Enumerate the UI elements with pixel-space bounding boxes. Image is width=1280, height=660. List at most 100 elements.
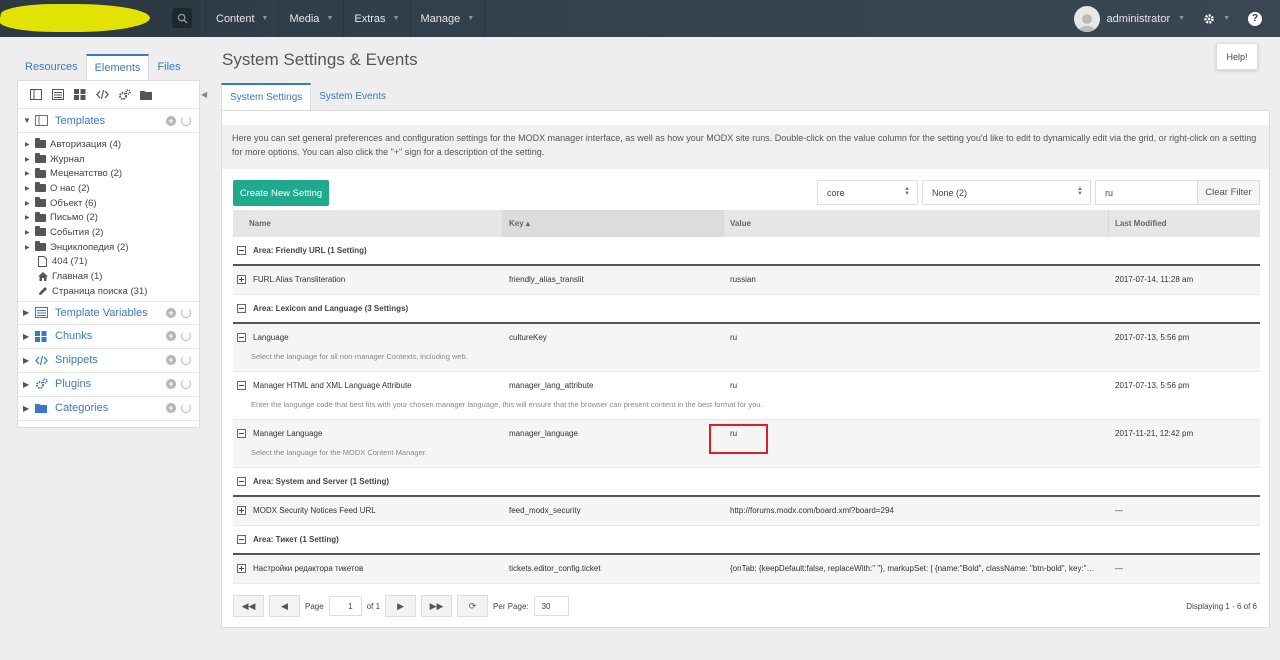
section-categories[interactable]: ▶ Categories + — [18, 397, 199, 421]
caret-right-icon: ▶ — [23, 403, 30, 413]
section-snippets[interactable]: ▶ Snippets + — [18, 349, 199, 373]
page-input[interactable]: 1 — [328, 596, 362, 616]
section-templates[interactable]: ▼ Templates + — [18, 109, 199, 133]
nav-media[interactable]: Media ▼ — [278, 0, 343, 37]
tree-item[interactable]: ▶ Энциклопедия (2) — [18, 240, 199, 255]
tab-files[interactable]: Files — [149, 54, 188, 80]
collapse-icon[interactable] — [237, 246, 246, 255]
search-button[interactable] — [172, 8, 192, 28]
tree-item[interactable]: ▶ О нас (2) — [18, 181, 199, 196]
cell-value[interactable]: {onTab: {keepDefault:false, replaceWith:… — [724, 555, 1109, 583]
caret-right-icon: ▶ — [25, 244, 30, 251]
tree-item[interactable]: ▶ События (2) — [18, 225, 199, 240]
cell-value[interactable]: russian — [724, 266, 1109, 294]
next-page-icon[interactable]: ▶ — [385, 595, 417, 617]
help-icon[interactable]: ? — [1248, 11, 1262, 26]
cell-name: Manager Language — [233, 420, 503, 467]
namespace-select[interactable]: core ▲ ▼ — [817, 180, 918, 205]
table-row[interactable]: Language cultureKey ru 2017-07-13, 5:56 … — [233, 324, 1260, 372]
collapse-icon[interactable] — [237, 381, 246, 390]
template-icon — [35, 115, 49, 126]
nav-manage[interactable]: Manage ▼ — [409, 0, 486, 37]
add-icon[interactable]: + — [166, 379, 176, 390]
clear-filter-button[interactable]: Clear Filter — [1197, 180, 1260, 205]
tree-item[interactable]: Главная (1) — [18, 269, 199, 284]
cell-value[interactable]: ru — [724, 324, 1109, 371]
folder-icon — [35, 167, 46, 178]
area-select[interactable]: None (2) ▲ ▼ — [922, 180, 1091, 205]
tree-item[interactable]: ▶ Авторизация (4) — [18, 137, 199, 152]
group-header[interactable]: Area: Тикет (1 Setting) — [233, 526, 1260, 555]
collapse-icon[interactable] — [237, 535, 246, 544]
table-row[interactable]: Настройки редактора тикетов tickets.edit… — [233, 555, 1260, 584]
collapse-icon[interactable] — [237, 429, 246, 438]
section-template-variables[interactable]: ▶ Template Variables + — [18, 300, 199, 325]
tab-system-settings[interactable]: System Settings — [221, 83, 312, 110]
new-tv-icon[interactable] — [50, 88, 66, 102]
tree-item-label: О нас (2) — [50, 182, 90, 194]
avatar[interactable] — [1073, 5, 1100, 32]
cell-value[interactable]: ru — [724, 420, 1109, 467]
user-name[interactable]: administrator — [1107, 13, 1171, 25]
new-chunk-icon[interactable] — [72, 88, 88, 102]
add-icon[interactable]: + — [166, 403, 176, 414]
new-template-icon[interactable] — [28, 88, 44, 102]
tree-item[interactable]: ▶ Меценатство (2) — [18, 166, 199, 181]
collapse-icon[interactable] — [237, 333, 246, 342]
gear-icon[interactable] — [1199, 13, 1219, 25]
collapse-sidebar-icon[interactable]: ◀ — [201, 90, 207, 99]
collapse-icon[interactable] — [237, 304, 246, 313]
tree-item[interactable]: ▶ Журнал — [18, 152, 199, 167]
tree-item[interactable]: Страница поиска (31) — [18, 284, 199, 299]
per-page-input[interactable]: 30 — [533, 596, 569, 616]
column-last-modified[interactable]: Last Modified — [1109, 210, 1260, 237]
tab-system-events[interactable]: System Events — [311, 83, 394, 110]
table-row[interactable]: Manager HTML and XML Language Attribute … — [233, 372, 1260, 420]
caret-right-icon: ▶ — [23, 355, 30, 365]
expand-icon[interactable] — [237, 564, 246, 573]
expand-icon[interactable] — [237, 506, 246, 515]
prev-page-icon[interactable]: ◀ — [269, 595, 300, 617]
collapse-icon[interactable] — [237, 477, 246, 486]
cell-value[interactable]: ru — [724, 372, 1109, 419]
section-plugins[interactable]: ▶ Plugins + — [18, 373, 199, 397]
section-chunks[interactable]: ▶ Chunks + — [18, 325, 199, 349]
add-icon[interactable]: + — [166, 307, 176, 318]
table-row[interactable]: FURL Alias Transliteration friendly_alia… — [233, 266, 1260, 295]
first-page-icon[interactable]: ◀◀ — [233, 595, 264, 617]
expand-icon[interactable] — [237, 275, 246, 284]
group-header[interactable]: Area: Lexicon and Language (3 Settings) — [233, 295, 1260, 324]
column-key[interactable]: Key ▴ — [503, 210, 724, 237]
cell-value[interactable]: http://forums.modx.com/board.xml?board=2… — [724, 497, 1109, 525]
new-snippet-icon[interactable] — [94, 88, 110, 102]
column-name[interactable]: Name — [233, 210, 503, 237]
logo[interactable] — [0, 4, 153, 32]
tree-item[interactable]: 404 (71) — [18, 255, 199, 270]
add-icon[interactable]: + — [166, 331, 176, 342]
add-icon[interactable]: + — [166, 115, 176, 126]
tree-item[interactable]: ▶ Письмо (2) — [18, 210, 199, 225]
table-row[interactable]: MODX Security Notices Feed URL feed_modx… — [233, 497, 1260, 526]
refresh-icon[interactable] — [181, 331, 191, 342]
last-page-icon[interactable]: ▶▶ — [421, 595, 453, 617]
group-header[interactable]: Area: Friendly URL (1 Setting) — [233, 237, 1260, 266]
help-button[interactable]: Help! — [1216, 43, 1258, 70]
refresh-icon[interactable] — [181, 355, 191, 366]
refresh-icon[interactable] — [181, 379, 191, 390]
group-header[interactable]: Area: System and Server (1 Setting) — [233, 468, 1260, 497]
refresh-icon[interactable] — [181, 307, 191, 318]
nav-content[interactable]: Content ▼ — [205, 0, 278, 37]
column-value[interactable]: Value — [724, 210, 1109, 237]
search-input[interactable]: ru — [1095, 180, 1198, 205]
tree-item[interactable]: ▶ Объект (6) — [18, 196, 199, 211]
tab-resources[interactable]: Resources — [17, 54, 86, 80]
create-setting-button[interactable]: Create New Setting — [233, 180, 329, 206]
nav-extras[interactable]: Extras ▼ — [343, 0, 409, 37]
refresh-icon[interactable] — [181, 403, 191, 414]
refresh-icon[interactable]: ⟳ — [457, 595, 489, 617]
new-plugin-icon[interactable] — [116, 88, 132, 102]
refresh-icon[interactable] — [181, 115, 191, 126]
add-icon[interactable]: + — [166, 355, 176, 366]
tab-elements[interactable]: Elements — [85, 54, 150, 80]
new-category-icon[interactable] — [138, 88, 154, 102]
